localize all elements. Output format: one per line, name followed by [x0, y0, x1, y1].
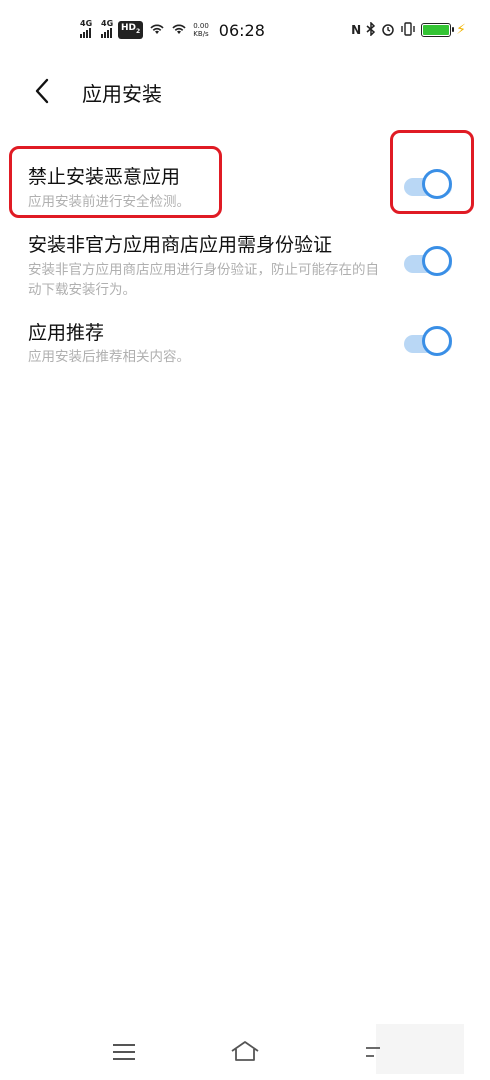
setting-title: 应用推荐 [28, 322, 105, 344]
alarm-icon [381, 22, 395, 39]
setting-description: 安装非官方应用商店应用进行身份验证，防止可能存在的自动下载安装行为。 [28, 262, 379, 298]
status-bar: 4G 4G HD2 0.00 KB/s 06:28 N ⚡ [0, 0, 490, 58]
bluetooth-icon [366, 20, 376, 39]
home-icon [231, 1041, 259, 1061]
home-button[interactable] [229, 1038, 261, 1066]
recent-apps-button[interactable] [109, 1038, 141, 1066]
status-time: 06:28 [218, 20, 265, 40]
page-title: 应用安装 [82, 82, 162, 106]
setting-title: 安装非官方应用商店应用需身份验证 [28, 234, 333, 256]
wifi-icon [149, 23, 165, 38]
speed-unit: KB/s [193, 30, 209, 38]
signal1-label: 4G [80, 19, 93, 28]
network-speed: 0.00 KB/s [193, 22, 209, 38]
toggle-knob [422, 246, 452, 276]
highlight-setting-text [9, 146, 222, 218]
wifi-icon-2 [171, 23, 187, 38]
signal2-label: 4G [101, 19, 114, 28]
battery-fill [423, 25, 450, 35]
setting-description: 应用安装后推荐相关内容。 [28, 349, 190, 365]
charging-icon: ⚡ [456, 22, 466, 38]
hd-sub: 2 [136, 27, 141, 35]
toggle-third-party-verification[interactable] [400, 244, 458, 284]
signal-icon-sim2: 4G [101, 19, 114, 38]
app-header: 应用安装 [0, 62, 490, 122]
status-right: N ⚡ [351, 18, 466, 42]
hd-voice-icon: HD2 [118, 21, 144, 39]
vibrate-icon [400, 21, 416, 39]
menu-icon-line [113, 1058, 135, 1060]
chevron-left-icon [35, 78, 49, 104]
hd-label: HD [121, 23, 137, 34]
battery-icon [421, 23, 455, 37]
back-button[interactable] [28, 76, 58, 106]
speed-value: 0.00 [193, 22, 209, 30]
signal-icon-sim1: 4G [80, 19, 93, 38]
back-icon [366, 1047, 380, 1057]
menu-icon-line [113, 1044, 135, 1046]
nfc-icon: N [351, 23, 362, 37]
status-left: 4G 4G HD2 0.00 KB/s 06:28 [80, 18, 265, 42]
navigation-bar [0, 1024, 490, 1080]
setting-app-recommendation[interactable]: 应用推荐 应用安装后推荐相关内容。 [0, 318, 490, 378]
menu-icon-line [113, 1051, 135, 1053]
nav-back-button[interactable] [360, 1038, 392, 1066]
toggle-app-recommendation[interactable] [400, 324, 458, 364]
setting-third-party-verification[interactable]: 安装非官方应用商店应用需身份验证 安装非官方应用商店应用进行身份验证，防止可能存… [0, 230, 490, 310]
highlight-toggle [390, 130, 474, 214]
toggle-knob [422, 326, 452, 356]
